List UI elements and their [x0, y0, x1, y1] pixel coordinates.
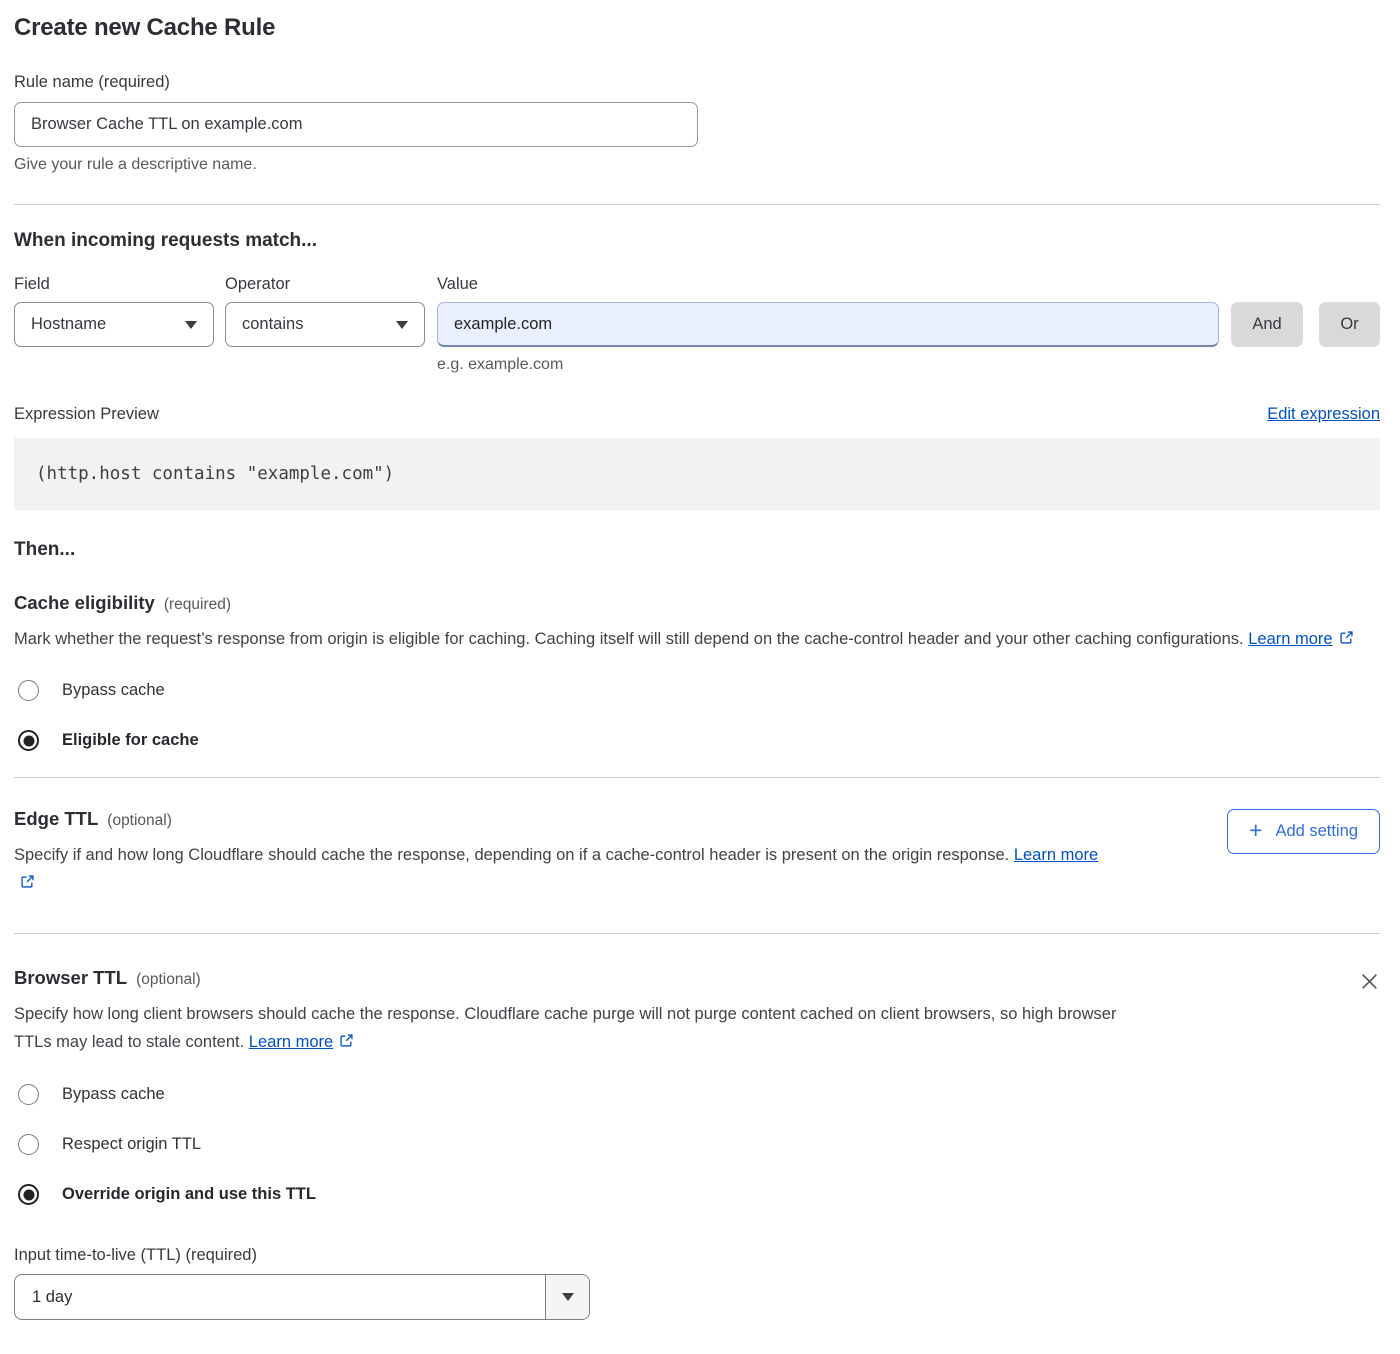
cache-eligibility-options: Bypass cache Eligible for cache [14, 680, 1380, 751]
radio-eligible-for-cache[interactable]: Eligible for cache [18, 730, 1380, 751]
page-title: Create new Cache Rule [14, 14, 1380, 42]
radio-bypass-cache-browser[interactable]: Bypass cache [18, 1084, 1380, 1105]
chevron-down-icon [396, 321, 408, 329]
cache-eligibility-description: Mark whether the request’s response from… [14, 625, 1359, 653]
value-helper: e.g. example.com [437, 356, 1380, 374]
ttl-input-label: Input time-to-live (TTL) (required) [14, 1246, 1380, 1265]
divider [14, 777, 1380, 778]
edge-ttl-description: Specify if and how long Cloudflare shoul… [14, 841, 1119, 897]
browser-ttl-heading: Browser TTL (optional) [14, 967, 1119, 989]
edit-expression-link[interactable]: Edit expression [1267, 405, 1380, 424]
radio-override-origin-ttl[interactable]: Override origin and use this TTL [18, 1184, 1380, 1205]
edge-ttl-learn-more-link[interactable]: Learn more [1014, 846, 1098, 864]
expression-code-block: (http.host contains "example.com") [14, 438, 1380, 510]
and-button[interactable]: And [1231, 302, 1303, 347]
field-select-value: Hostname [31, 315, 106, 334]
operator-column-label: Operator [225, 275, 437, 294]
edge-ttl-heading: Edge TTL (optional) [14, 808, 1119, 830]
field-column-label: Field [14, 275, 225, 294]
match-section-heading: When incoming requests match... [14, 230, 1380, 252]
plus-icon: + [1249, 819, 1262, 842]
divider [14, 933, 1380, 934]
field-select[interactable]: Hostname [14, 302, 214, 347]
ttl-select[interactable]: 1 day [14, 1274, 590, 1320]
external-link-icon [1339, 626, 1354, 641]
divider [14, 204, 1380, 205]
expression-preview-label: Expression Preview [14, 405, 159, 424]
ttl-select-value: 1 day [15, 1275, 545, 1319]
browser-ttl-description: Specify how long client browsers should … [14, 1000, 1119, 1056]
close-icon[interactable] [1359, 971, 1380, 992]
value-input[interactable] [437, 302, 1219, 347]
radio-icon[interactable] [18, 680, 39, 701]
rule-name-helper: Give your rule a descriptive name. [14, 156, 1380, 174]
radio-checked-icon[interactable] [18, 1184, 39, 1205]
expression-code: (http.host contains "example.com") [36, 464, 394, 484]
ttl-select-arrow[interactable] [545, 1275, 589, 1319]
rule-name-label: Rule name (required) [14, 73, 1380, 92]
create-cache-rule-form: Create new Cache Rule Rule name (require… [0, 0, 1400, 1320]
radio-respect-origin-ttl[interactable]: Respect origin TTL [18, 1134, 1380, 1155]
external-link-icon [339, 1029, 354, 1044]
radio-icon[interactable] [18, 1134, 39, 1155]
rule-name-input[interactable] [14, 102, 698, 147]
radio-checked-icon[interactable] [18, 730, 39, 751]
radio-bypass-cache[interactable]: Bypass cache [18, 680, 1380, 701]
radio-icon[interactable] [18, 1084, 39, 1105]
operator-select[interactable]: contains [225, 302, 425, 347]
chevron-down-icon [185, 321, 197, 329]
external-link-icon [20, 870, 35, 885]
add-setting-button[interactable]: + Add setting [1227, 809, 1380, 854]
browser-ttl-options: Bypass cache Respect origin TTL Override… [14, 1084, 1380, 1205]
or-button[interactable]: Or [1319, 302, 1380, 347]
browser-ttl-learn-more-link[interactable]: Learn more [249, 1033, 333, 1051]
value-column-label: Value [437, 275, 478, 294]
cache-eligibility-heading: Cache eligibility (required) [14, 592, 1380, 614]
chevron-down-icon [562, 1293, 574, 1301]
operator-select-value: contains [242, 315, 303, 334]
then-heading: Then... [14, 539, 1380, 561]
cache-eligibility-learn-more-link[interactable]: Learn more [1248, 630, 1332, 648]
